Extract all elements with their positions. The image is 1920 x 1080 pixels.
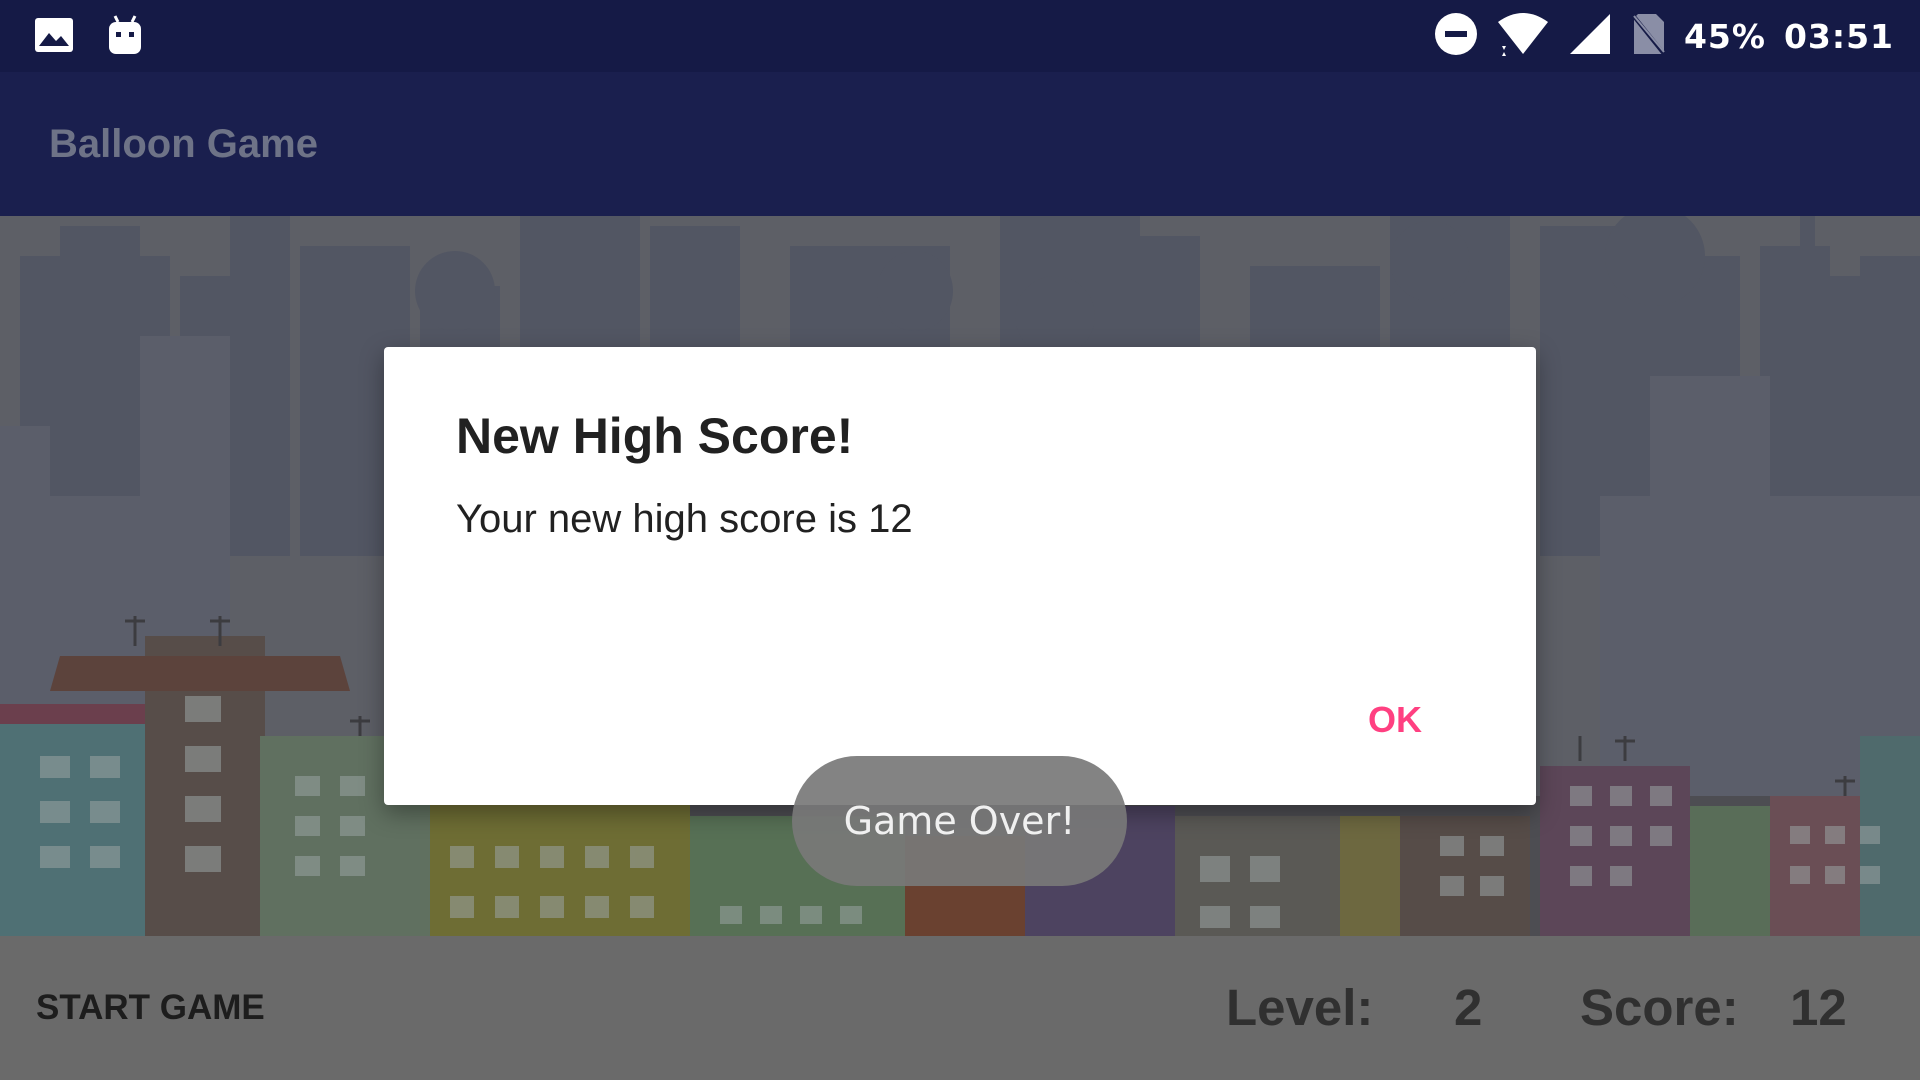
app-title: Balloon Game <box>49 122 318 166</box>
ok-button[interactable]: OK <box>1368 699 1422 741</box>
game-over-toast: Game Over! <box>792 756 1127 886</box>
status-left-icons <box>34 14 144 61</box>
screen: 45% 03:51 Balloon Game START GAME Level:… <box>0 0 1920 1080</box>
do-not-disturb-icon <box>1434 12 1478 61</box>
high-score-dialog: New High Score! Your new high score is 1… <box>384 347 1536 805</box>
battery-text: 45% <box>1683 16 1766 56</box>
bottom-bar: START GAME Level: 2 Score: 12 <box>0 936 1920 1080</box>
signal-icon <box>1568 12 1612 61</box>
clock: 03:51 <box>1783 16 1894 56</box>
no-sim-icon <box>1630 12 1666 61</box>
image-icon <box>34 15 74 60</box>
status-bar: 45% 03:51 <box>0 0 1920 72</box>
android-debug-icon <box>106 14 144 61</box>
toast-text: Game Over! <box>843 799 1076 843</box>
level-label: Level: <box>1226 979 1374 1036</box>
score-label: Score: <box>1580 979 1739 1036</box>
app-bar: Balloon Game <box>0 72 1920 216</box>
status-right-icons: 45% 03:51 <box>1434 12 1894 60</box>
level-value: 2 <box>1454 979 1483 1036</box>
dialog-message: Your new high score is 12 <box>456 497 913 541</box>
start-game-button[interactable]: START GAME <box>36 988 265 1028</box>
wifi-icon <box>1496 12 1550 61</box>
dialog-title: New High Score! <box>456 408 854 464</box>
score-value: 12 <box>1790 979 1847 1036</box>
